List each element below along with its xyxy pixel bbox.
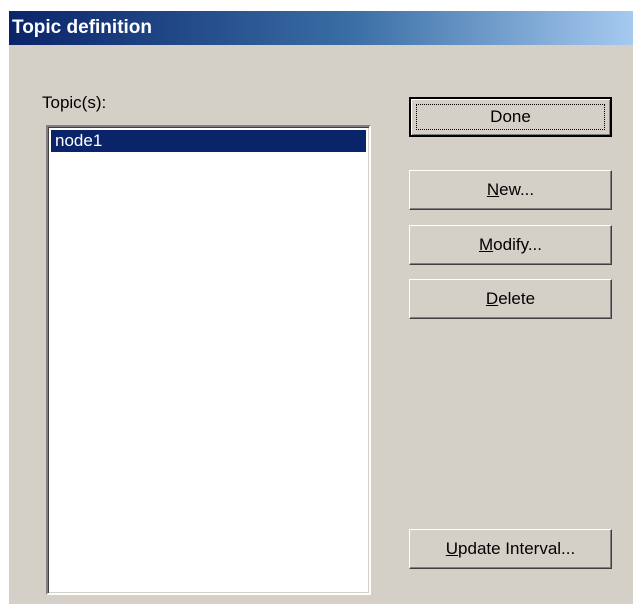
topic-definition-dialog: Topic definition Topic(s): node1 Done Ne…	[8, 10, 633, 604]
modify-button[interactable]: Modify...	[409, 225, 612, 265]
new-button-label-rest: ew...	[499, 180, 535, 199]
modify-button-label: Modify...	[479, 235, 542, 255]
update-interval-button-mnemonic: U	[445, 539, 459, 558]
list-item[interactable]: node1	[51, 130, 366, 152]
topics-label: Topic(s):	[42, 93, 107, 112]
window-title: Topic definition	[12, 17, 153, 38]
update-interval-button-label: Update Interval...	[446, 539, 575, 559]
new-button-mnemonic: N	[486, 180, 500, 199]
title-bar[interactable]: Topic definition	[9, 11, 633, 45]
delete-button-label: Delete	[486, 289, 535, 309]
new-button-label: New...	[487, 180, 534, 200]
update-interval-button-label-rest: pdate Interval...	[458, 539, 576, 558]
update-interval-button[interactable]: Update Interval...	[409, 529, 612, 569]
done-button[interactable]: Done	[409, 97, 612, 137]
delete-button-mnemonic: D	[485, 289, 499, 308]
modify-button-label-rest: odify...	[493, 235, 542, 254]
modify-button-mnemonic: M	[479, 235, 494, 254]
new-button[interactable]: New...	[409, 170, 612, 210]
delete-button-label-rest: elete	[498, 289, 536, 308]
delete-button[interactable]: Delete	[409, 279, 612, 319]
done-button-label: Done	[490, 107, 531, 126]
topics-listbox[interactable]: node1	[46, 125, 371, 595]
